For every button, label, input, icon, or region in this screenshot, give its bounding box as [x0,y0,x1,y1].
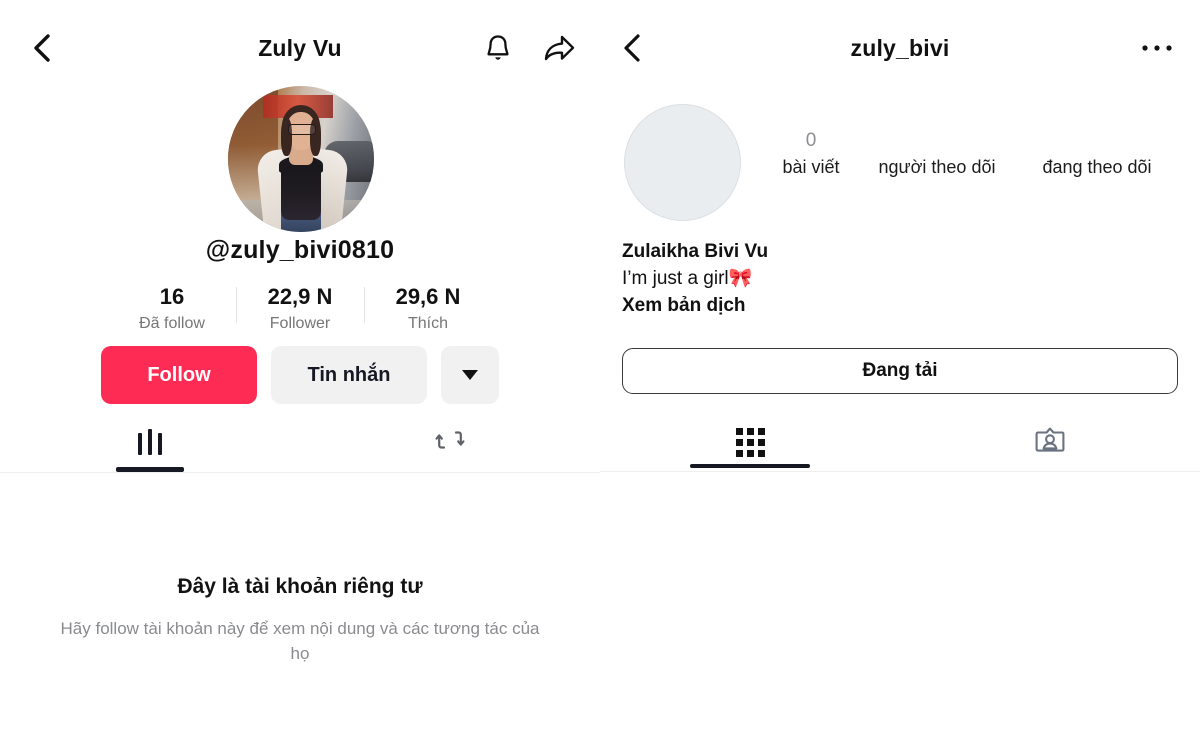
follow-button[interactable]: Follow [101,346,257,404]
profile-username: @zuly_bivi0810 [205,236,395,264]
bell-icon[interactable] [478,28,518,68]
bio-text: I’m just a girl🎀 [622,268,753,289]
tiktok-tabbar [0,418,600,472]
stat-value [857,128,1017,154]
tab-grid[interactable] [600,418,900,468]
bio-display-name: Zulaikha Bivi Vu [622,241,769,262]
tabbar-divider [600,471,1200,472]
see-translation-link[interactable]: Xem bản dịch [622,292,1142,319]
avatar-placeholder[interactable] [624,104,741,221]
stat-value: 29,6 N [395,284,461,309]
private-notice-title: Đây là tài khoản riêng tư [177,575,423,598]
posts-bars-icon [138,429,162,455]
stat-label: Follower [269,315,331,332]
stat-following[interactable]: 16 Đã follow [108,284,236,335]
profile-photo [228,86,374,232]
active-tab-underline [690,464,810,468]
stat-value [1017,128,1177,154]
stat-label: người theo dõi [878,157,996,177]
share-arrow-icon[interactable] [538,28,580,68]
instagram-profile-panel: zuly_bivi 0 bài viết người theo dõi đang… [600,0,1200,750]
stat-value: 0 [805,130,817,151]
more-options-button[interactable] [441,346,499,404]
stat-label: Thích [407,315,448,332]
profile-bio: Zulaikha Bivi Vu I’m just a girl🎀 Xem bả… [622,238,1142,319]
tab-tagged[interactable] [900,418,1200,466]
stat-posts[interactable]: 0 bài viết [765,128,857,180]
instagram-tabbar [600,418,1200,468]
tiktok-header: Zuly Vu [0,0,600,96]
tiktok-profile-panel: Zuly Vu @zuly_bivi0810 16 Đã follow 22,9… [0,0,600,750]
stat-followers[interactable]: 22,9 N Follower [236,284,364,335]
profile-stats: 0 bài viết người theo dõi đang theo dõi [765,128,1177,180]
private-notice-body: Hãy follow tài khoản này để xem nội dung… [60,619,540,663]
chevron-down-icon [462,370,478,380]
stat-label: bài viết [782,157,840,177]
tab-reposts[interactable] [300,418,600,466]
grid-icon [735,427,765,457]
split-screen-comparison: Zuly Vu @zuly_bivi0810 16 Đã follow 22,9… [0,0,1200,750]
profile-stats: 16 Đã follow 22,9 N Follower 29,6 N Thíc… [0,284,600,335]
stat-followers[interactable]: người theo dõi [857,128,1017,180]
tabbar-divider [0,472,600,473]
stat-label: Đã follow [139,315,205,332]
private-account-notice: Đây là tài khoản riêng tư Hãy follow tài… [0,575,600,666]
avatar[interactable] [228,86,374,232]
stat-likes[interactable]: 29,6 N Thích [364,284,492,335]
more-horizontal-icon[interactable] [1135,30,1179,66]
message-button[interactable]: Tin nhắn [271,346,427,404]
stat-value: 16 [159,284,185,309]
page-title: zuly_bivi [850,34,950,61]
stat-label: đang theo dõi [1042,157,1152,177]
instagram-header: zuly_bivi [600,0,1200,96]
stat-following[interactable]: đang theo dõi [1017,128,1177,180]
repost-icon [435,425,465,460]
loading-action-button[interactable]: Đang tải [622,348,1178,394]
tagged-person-icon [1034,424,1066,461]
stat-value: 22,9 N [267,284,333,309]
profile-actions: Follow Tin nhắn [0,346,600,404]
tab-posts[interactable] [0,418,300,472]
